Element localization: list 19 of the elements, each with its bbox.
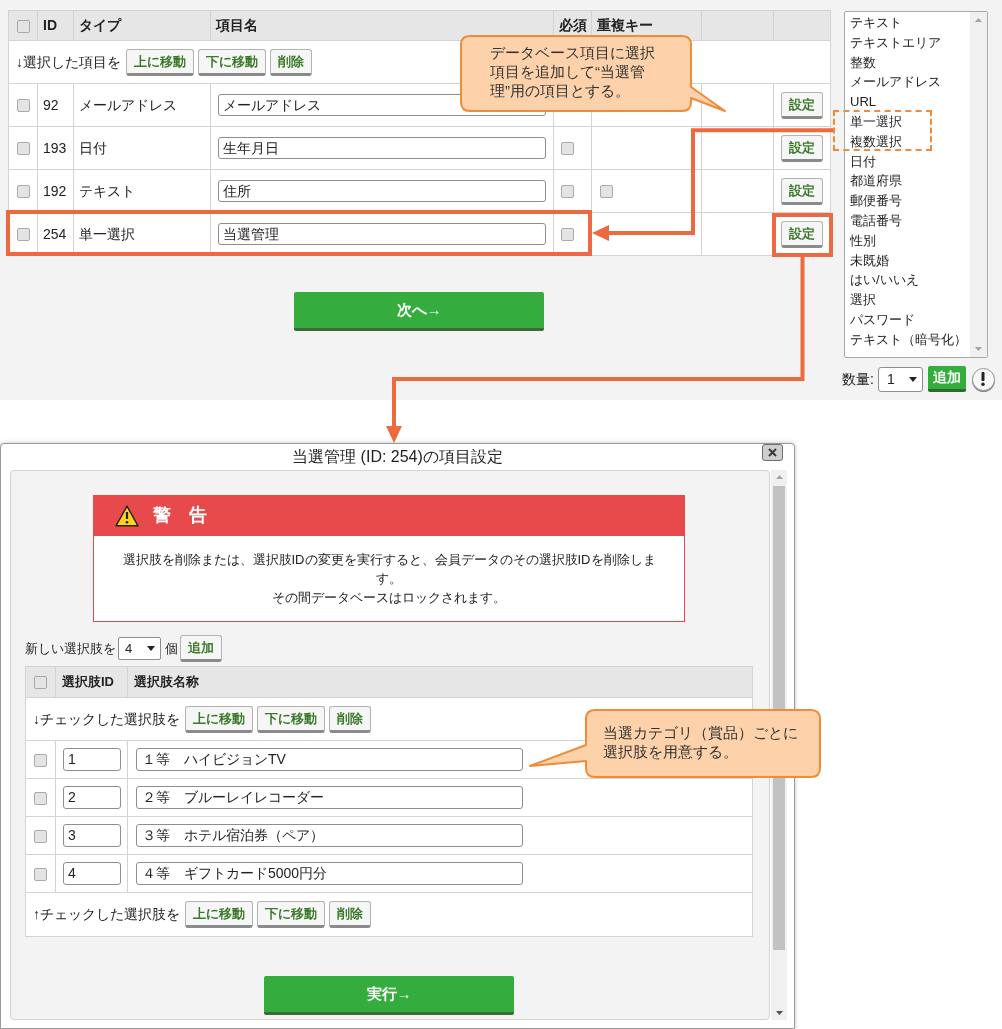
callout-text: 当選カテゴリ（賞品）ごとに選択肢を用意する。 [603,723,799,761]
dialog-title: 当選管理 (ID: 254)の項目設定 [292,447,503,467]
quantity-label: 数量: [842,369,874,389]
table-cell: 日付 [73,126,211,170]
bar-label: ↓チェックした選択肢を [33,709,180,729]
column-header: 選択肢名称 [127,666,753,698]
warning-text: 選択肢を削除または、選択肢IDの変更を実行すると、会員データのその選択肢IDを削除します。 [121,551,657,588]
unit-label: 個 [165,639,178,658]
table-cell: 193 [37,126,74,170]
warning-title: 警 告 [153,504,207,527]
column-header: タイプ [73,10,211,41]
bar-label: ↑チェックした選択肢を [33,905,180,924]
table-cell: メールアドレス [73,83,211,127]
bar-label: ↓選択した項目を [16,52,121,72]
warning-text: その間データベースはロックされます。 [272,589,506,607]
column-header: 選択肢ID [55,666,128,698]
table-cell: 92 [37,83,74,127]
column-header: ID [37,10,74,41]
field-label: 新しい選択肢を [25,639,116,658]
